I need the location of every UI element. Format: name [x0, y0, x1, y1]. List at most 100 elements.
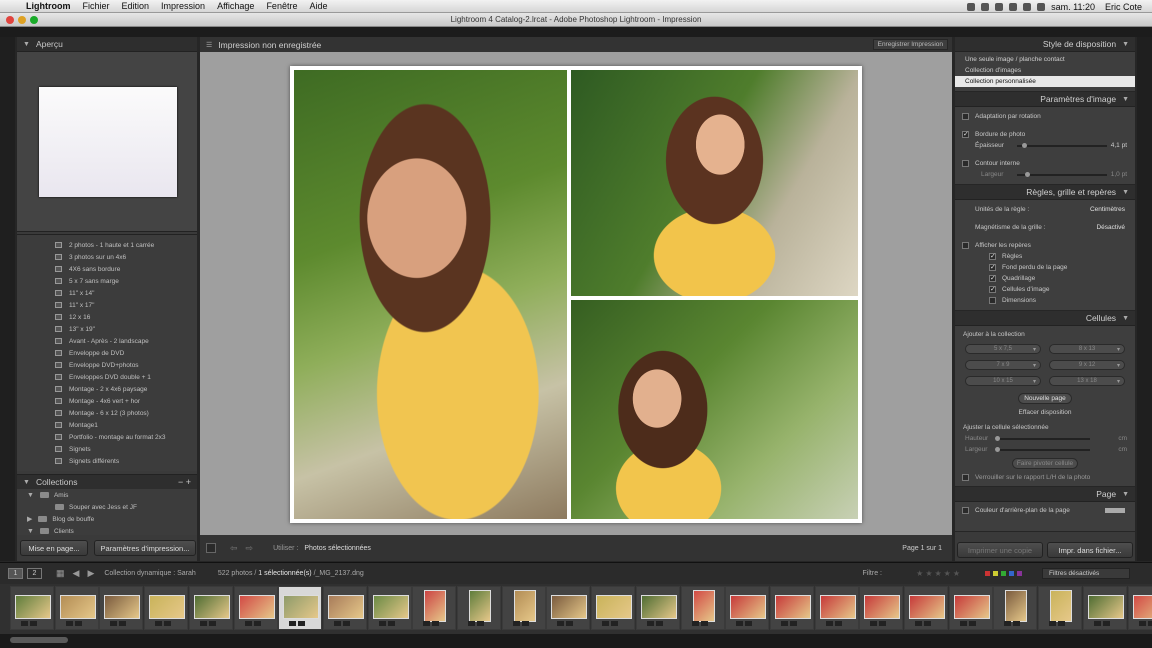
page-bg-checkbox[interactable]	[962, 507, 969, 514]
dropdown-arrow-icon[interactable]: ▾	[1033, 378, 1036, 385]
cell-width-value[interactable]: cm	[1118, 446, 1127, 453]
add-collection-icon[interactable]: − +	[178, 477, 191, 487]
filmstrip-thumbnail[interactable]	[457, 586, 501, 630]
filmstrip-thumbnail[interactable]	[188, 586, 233, 630]
filmstrip-thumbnail[interactable]	[769, 586, 814, 630]
cell-height-value[interactable]: cm	[1118, 435, 1127, 442]
cell-size-button[interactable]: 10 x 15 ▾	[965, 376, 1041, 386]
template-item[interactable]: 4X6 sans bordure	[17, 263, 197, 275]
filmstrip-thumbnail[interactable]	[1082, 586, 1127, 630]
template-item[interactable]: Enveloppe DVD+photos	[17, 359, 197, 371]
filmstrip-thumbnail[interactable]	[993, 586, 1038, 630]
guide-row[interactable]: ✓ Fond perdu de la page	[955, 262, 1135, 273]
collapse-triangle-icon[interactable]: ▼	[1122, 41, 1129, 48]
menu-fichier[interactable]: Fichier	[83, 1, 110, 11]
layout-option-single[interactable]: Une seule image / planche contact	[955, 54, 1135, 65]
template-item[interactable]: 13" x 19"	[17, 323, 197, 335]
dropdown-arrow-icon[interactable]: ▾	[1033, 362, 1036, 369]
filmstrip-thumbnail[interactable]	[948, 586, 993, 630]
filmstrip-scrollbar[interactable]	[0, 634, 1152, 648]
image-settings-header[interactable]: Paramètres d'image ▼	[955, 92, 1135, 107]
menu-impression[interactable]: Impression	[161, 1, 205, 11]
menubar-user[interactable]: Eric Cote	[1105, 2, 1142, 12]
cell-height-slider[interactable]	[995, 436, 1090, 441]
guide-row[interactable]: ✓ Règles	[955, 251, 1135, 262]
expand-triangle-icon[interactable]: ▶	[27, 515, 32, 523]
dropdown-arrow-icon[interactable]: ▾	[1117, 362, 1120, 369]
slider-knob[interactable]	[1025, 172, 1030, 177]
layout-style-header[interactable]: Style de disposition ▼	[955, 37, 1135, 52]
menu-app-name[interactable]: Lightroom	[26, 1, 71, 11]
primary-window-button[interactable]: 1	[8, 568, 23, 579]
filmstrip-thumbnail[interactable]	[233, 586, 278, 630]
collection-item[interactable]: Souper avec Jess et JF	[17, 501, 197, 513]
layout-option-custom-package[interactable]: Collection personnalisée	[955, 76, 1135, 87]
zoom-window-icon[interactable]	[30, 16, 38, 24]
page-setup-button[interactable]: Mise en page...	[20, 540, 88, 556]
lock-ratio-checkbox[interactable]	[962, 474, 969, 481]
rulers-grid-header[interactable]: Règles, grille et repères ▼	[955, 185, 1135, 200]
cell-width-slider[interactable]	[995, 447, 1090, 452]
filmstrip-thumbnail[interactable]	[144, 586, 189, 630]
photo-cell[interactable]	[571, 70, 858, 296]
page-bg-color-swatch[interactable]	[1105, 508, 1125, 513]
photo-cell[interactable]	[294, 70, 567, 519]
photo-border-checkbox[interactable]: ✓	[962, 131, 969, 138]
filmstrip-thumbnail[interactable]	[367, 586, 412, 630]
filter-preset-dropdown[interactable]: Filtres désactivés	[1042, 568, 1130, 579]
expand-triangle-icon[interactable]: ▼	[23, 41, 30, 48]
guide-row[interactable]: Dimensions	[955, 295, 1135, 306]
expand-triangle-icon[interactable]: ▼	[27, 492, 34, 499]
next-page-icon[interactable]: ⇨	[246, 543, 254, 554]
template-item[interactable]: 2 photos - 1 haute et 1 carrée	[17, 239, 197, 251]
grid-snap-dropdown[interactable]: Désactivé	[1096, 224, 1125, 231]
filmstrip-thumbnail[interactable]	[278, 586, 323, 630]
minimize-window-icon[interactable]	[18, 16, 26, 24]
guide-checkbox[interactable]: ✓	[989, 264, 996, 271]
save-print-button[interactable]: Enregistrer Impression	[872, 39, 948, 50]
status-icon[interactable]	[967, 2, 976, 11]
inner-stroke-row[interactable]: Contour interne	[955, 158, 1135, 169]
menu-edition[interactable]: Edition	[122, 1, 150, 11]
filmstrip-thumbnail[interactable]	[904, 586, 948, 630]
stroke-width-slider[interactable]	[1017, 172, 1107, 177]
slider-knob[interactable]	[1022, 143, 1027, 148]
show-guides-row[interactable]: Afficher les repères	[955, 240, 1135, 251]
previous-page-icon[interactable]: ⇦	[230, 543, 238, 554]
template-item[interactable]: Montage - 6 x 12 (3 photos)	[17, 407, 197, 419]
print-one-copy-button[interactable]: Imprimer une copie	[957, 542, 1043, 558]
new-page-button[interactable]: Nouvelle page	[1018, 393, 1072, 404]
lock-ratio-row[interactable]: Verrouiller sur le rapport L/H de la pho…	[955, 472, 1135, 483]
filmstrip-thumbnail[interactable]	[680, 586, 725, 630]
purple-label-icon[interactable]	[1017, 571, 1022, 576]
inner-stroke-checkbox[interactable]	[962, 160, 969, 167]
slider-knob[interactable]	[995, 447, 1000, 452]
collection-item[interactable]: ▼ Amis	[17, 489, 197, 501]
dropdown-arrow-icon[interactable]: ▾	[1117, 346, 1120, 353]
template-item[interactable]: Montage - 2 x 4x6 paysage	[17, 383, 197, 395]
thickness-value[interactable]: 4,1 pt	[1111, 142, 1127, 149]
collection-item[interactable]: ▼ Clients	[17, 525, 197, 535]
cell-size-button[interactable]: 8 x 13 ▾	[1049, 344, 1125, 354]
yellow-label-icon[interactable]	[993, 571, 998, 576]
menu-affichage[interactable]: Affichage	[217, 1, 254, 11]
thickness-slider[interactable]	[1017, 143, 1107, 148]
collapse-triangle-icon[interactable]: ▼	[1122, 315, 1129, 322]
close-window-icon[interactable]	[6, 16, 14, 24]
top-panel-toggle[interactable]	[0, 27, 1152, 37]
menu-aide[interactable]: Aide	[309, 1, 327, 11]
template-item[interactable]: Signets différents	[17, 455, 197, 467]
rotate-cell-button[interactable]: Faire pivoter cellule	[1012, 458, 1078, 469]
green-label-icon[interactable]	[1001, 571, 1006, 576]
filmstrip-thumbnail[interactable]	[322, 586, 367, 630]
collection-item[interactable]: ▶ Blog de bouffe	[17, 513, 197, 525]
template-item[interactable]: Enveloppe de DVD	[17, 347, 197, 359]
filmstrip-thumbnail[interactable]	[591, 586, 636, 630]
page-header[interactable]: Page ▼	[955, 487, 1135, 502]
preview-header[interactable]: ▼ Aperçu	[17, 37, 197, 52]
rotate-to-fit-checkbox[interactable]	[962, 113, 969, 120]
guide-checkbox[interactable]: ✓	[989, 286, 996, 293]
cell-size-button[interactable]: 7 x 9 ▾	[965, 360, 1041, 370]
status-icon[interactable]	[981, 2, 990, 11]
template-item[interactable]: Montage1	[17, 419, 197, 431]
